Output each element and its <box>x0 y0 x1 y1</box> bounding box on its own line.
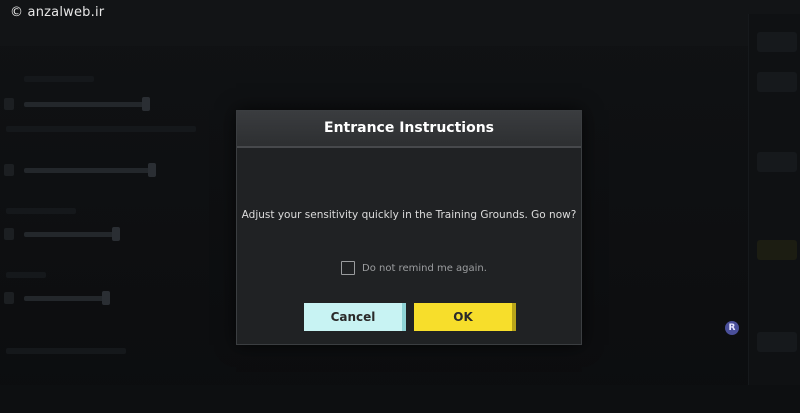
background-chip <box>757 72 797 92</box>
background-slider-thumb <box>142 97 150 111</box>
background-chip <box>757 332 797 352</box>
cancel-button[interactable]: Cancel <box>304 303 406 331</box>
background-bottom-bar <box>0 385 800 413</box>
entrance-instructions-dialog: Entrance Instructions Adjust your sensit… <box>236 110 582 345</box>
background-label <box>6 126 196 132</box>
background-label <box>6 208 76 214</box>
dialog-title: Entrance Instructions <box>324 120 494 136</box>
background-slider-thumb <box>112 227 120 241</box>
r-badge-icon: R <box>725 321 739 335</box>
background-knob <box>4 228 14 240</box>
background-chip <box>757 152 797 172</box>
dialog-body <box>237 148 581 344</box>
background-settings-panel <box>0 52 240 382</box>
watermark-text: © anzalweb.ir <box>10 5 105 20</box>
do-not-remind-option[interactable]: Do not remind me again. <box>341 259 487 277</box>
remind-checkbox[interactable] <box>341 261 355 275</box>
remind-label: Do not remind me again. <box>362 262 487 274</box>
background-knob <box>4 164 14 176</box>
background-top-bar <box>0 0 800 46</box>
background-slider-track <box>24 102 146 107</box>
background-chip <box>757 240 797 260</box>
background-slider-thumb <box>148 163 156 177</box>
background-chip <box>757 32 797 52</box>
background-label <box>6 348 126 354</box>
background-knob <box>4 98 14 110</box>
background-label <box>6 272 46 278</box>
background-slider-thumb <box>102 291 110 305</box>
dialog-message: Adjust your sensitivity quickly in the T… <box>241 209 577 221</box>
dialog-header: Entrance Instructions <box>237 111 581 148</box>
background-slider-track <box>24 296 106 301</box>
background-slider-track <box>24 232 116 237</box>
background-right-panel <box>748 14 800 413</box>
background-slider-track <box>24 168 152 173</box>
background-label <box>24 76 94 82</box>
ok-button[interactable]: OK <box>414 303 516 331</box>
background-knob <box>4 292 14 304</box>
